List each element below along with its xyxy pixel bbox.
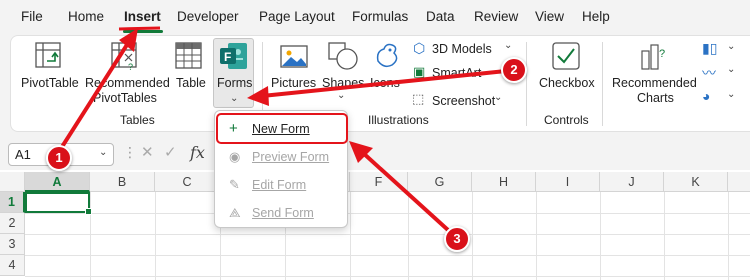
- step-badge-3: 3: [444, 226, 470, 252]
- arrow-1-head: [119, 28, 138, 52]
- insert-underline-highlight: [118, 26, 161, 31]
- arrow-2: [261, 69, 507, 98]
- excel-window: File Home Insert Developer Page Layout F…: [0, 0, 750, 280]
- step-badge-2: 2: [501, 57, 527, 83]
- arrow-1: [58, 38, 132, 152]
- step-badge-1: 1: [46, 145, 72, 171]
- arrow-3: [360, 150, 450, 232]
- annotation-arrows: [58, 26, 507, 232]
- arrow-2-head: [247, 86, 269, 106]
